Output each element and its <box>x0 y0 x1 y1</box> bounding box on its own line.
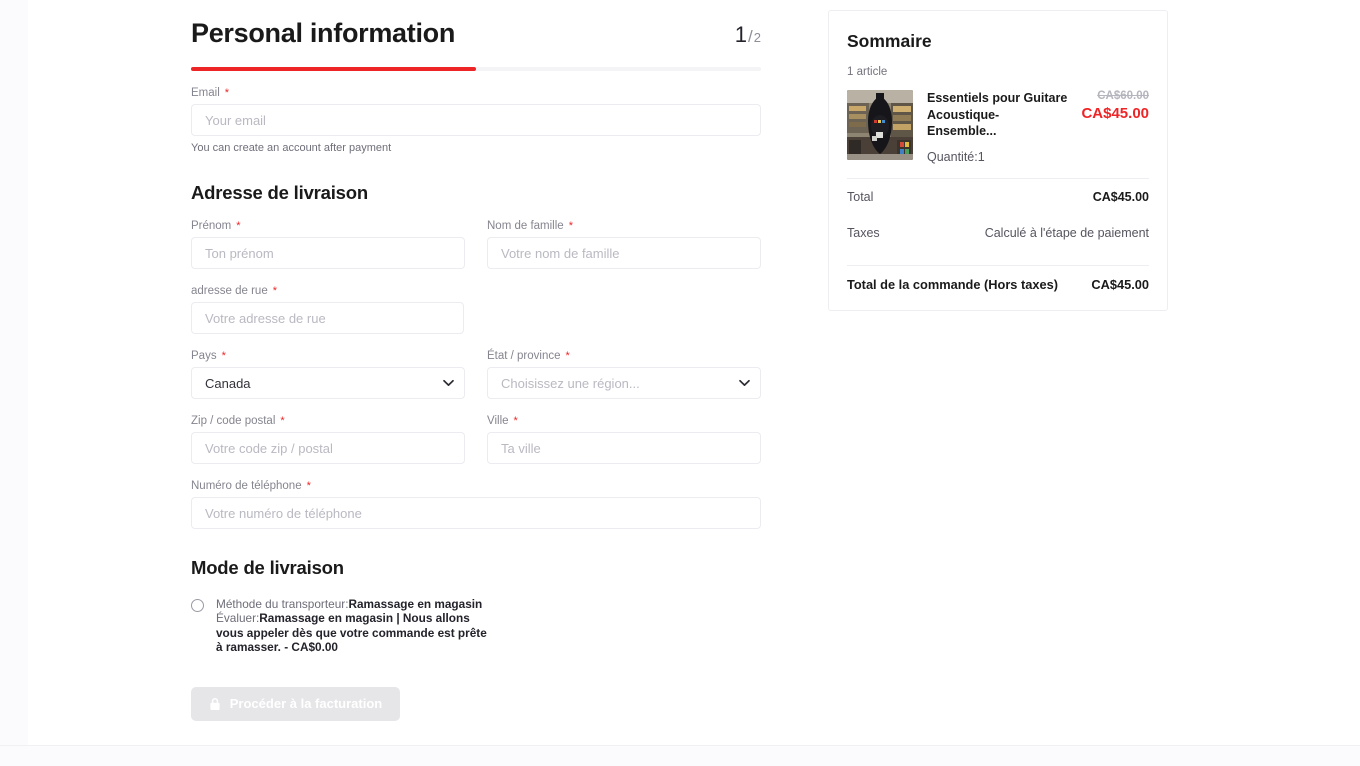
page-title: Personal information <box>191 18 456 48</box>
proceed-to-billing-button[interactable]: Procéder à la facturation <box>191 686 400 721</box>
progress-track <box>191 67 761 71</box>
zip-city-row: Zip / code postal * Ville * <box>191 399 761 464</box>
summary-item-count: 1 article <box>847 66 888 78</box>
city-input[interactable] <box>487 432 761 464</box>
product-quantity: Quantité:1 <box>927 149 985 164</box>
region-group: État / province * Choisissez une région.… <box>487 350 761 399</box>
phone-label: Numéro de téléphone * <box>191 480 761 492</box>
step-header: Personal information 1/2 <box>191 0 761 49</box>
required-asterisk: * <box>224 86 230 99</box>
country-label-text: Pays <box>191 350 217 362</box>
checkout-page: Personal information 1/2 Email * You can… <box>0 0 1360 766</box>
footer-divider <box>0 745 1360 746</box>
shipping-method-heading: Mode de livraison <box>191 557 344 578</box>
region-label: État / province * <box>487 350 761 362</box>
summary-item-details: Essentiels pour Guitare Acoustique- Ense… <box>927 90 1149 164</box>
summary-title: Sommaire <box>847 31 932 51</box>
region-select[interactable]: Choisissez une région... <box>487 367 761 399</box>
product-name: Essentiels pour Guitare Acoustique- Ense… <box>927 91 1068 138</box>
product-original-price: CA$60.00 <box>1097 90 1149 102</box>
last-name-group: Nom de famille * <box>487 220 761 269</box>
country-select[interactable]: Canada <box>191 367 465 399</box>
street-label-text: adresse de rue <box>191 285 268 297</box>
first-name-label: Prénom * <box>191 220 465 232</box>
summary-total-row: Total CA$45.00 <box>847 179 1149 215</box>
zip-input[interactable] <box>191 432 465 464</box>
last-name-input[interactable] <box>487 237 761 269</box>
required-asterisk: * <box>568 219 573 232</box>
required-asterisk: * <box>280 414 285 427</box>
required-asterisk: * <box>236 219 241 232</box>
phone-label-text: Numéro de téléphone <box>191 480 302 492</box>
city-label: Ville * <box>487 415 761 427</box>
summary-taxes-row: Taxes Calculé à l'étape de paiement <box>847 215 1149 251</box>
required-asterisk: * <box>565 349 570 362</box>
required-asterisk: * <box>306 479 311 492</box>
first-name-input[interactable] <box>191 237 465 269</box>
total-value: CA$45.00 <box>1092 189 1149 204</box>
street-group: adresse de rue * <box>191 285 464 334</box>
shipping-option-radio[interactable] <box>191 599 204 612</box>
zip-label-text: Zip / code postal <box>191 415 276 427</box>
last-name-label-text: Nom de famille <box>487 220 564 232</box>
email-label-text: Email <box>191 87 220 99</box>
last-name-label: Nom de famille * <box>487 220 761 232</box>
shipping-option-row[interactable]: Méthode du transporteur:Ramassage en mag… <box>191 597 761 655</box>
order-summary-card: Sommaire 1 article Essentiels pour Guita… <box>828 10 1168 311</box>
first-name-label-text: Prénom <box>191 220 232 232</box>
total-label: Total <box>847 189 874 204</box>
carrier-label: Méthode du transporteur: <box>216 597 349 611</box>
phone-input[interactable] <box>191 497 761 529</box>
lock-icon <box>209 697 221 711</box>
city-group: Ville * <box>487 415 761 464</box>
email-hint: You can create an account after payment <box>191 142 392 154</box>
summary-grand-total-row: Total de la commande (Hors taxes) CA$45.… <box>847 266 1149 296</box>
step-current: 1 <box>734 22 748 47</box>
email-field-group: Email * You can create an account after … <box>191 87 761 154</box>
product-thumbnail <box>847 90 913 160</box>
name-row: Prénom * Nom de famille * <box>191 204 761 269</box>
country-group: Pays * Canada <box>191 350 465 399</box>
first-name-group: Prénom * <box>191 220 465 269</box>
city-label-text: Ville <box>487 415 509 427</box>
shipping-address-heading: Adresse de livraison <box>191 182 368 203</box>
proceed-to-billing-label: Procéder à la facturation <box>229 696 383 712</box>
product-sale-price: CA$45.00 <box>1081 105 1149 122</box>
email-label: Email * <box>191 87 761 99</box>
zip-group: Zip / code postal * <box>191 415 465 464</box>
street-input[interactable] <box>191 302 464 334</box>
summary-item-main-row: Essentiels pour Guitare Acoustique- Ense… <box>927 90 1149 140</box>
country-label: Pays * <box>191 350 465 362</box>
step-separator: / <box>748 27 753 46</box>
step-indicator: 1/2 <box>735 22 761 48</box>
country-select-wrapper: Canada <box>191 367 465 399</box>
taxes-value: Calculé à l'étape de paiement <box>984 225 1149 240</box>
taxes-label: Taxes <box>847 225 880 240</box>
step-total: 2 <box>753 30 761 45</box>
country-region-row: Pays * Canada État / province * Choisiss… <box>191 334 761 399</box>
shipping-option-text: Méthode du transporteur:Ramassage en mag… <box>216 597 496 655</box>
progress-bar-fill <box>191 67 476 71</box>
checkout-form-column: Personal information 1/2 Email * You can… <box>191 0 761 721</box>
summary-line-item: Essentiels pour Guitare Acoustique- Ense… <box>847 90 1149 164</box>
street-label: adresse de rue * <box>191 285 464 297</box>
zip-label: Zip / code postal * <box>191 415 465 427</box>
carrier-value: Ramassage en magasin <box>348 597 483 611</box>
required-asterisk: * <box>272 284 277 297</box>
required-asterisk: * <box>513 414 518 427</box>
region-select-wrapper: Choisissez une région... <box>487 367 761 399</box>
rate-label: Évaluer: <box>216 611 260 626</box>
region-label-text: État / province <box>487 350 561 362</box>
required-asterisk: * <box>221 349 226 362</box>
phone-group: Numéro de téléphone * <box>191 480 761 529</box>
email-input[interactable] <box>191 104 761 136</box>
grand-total-value: CA$45.00 <box>1091 276 1149 292</box>
product-prices: CA$60.00 CA$45.00 <box>1081 90 1149 140</box>
grand-total-label: Total de la commande (Hors taxes) <box>847 276 1058 292</box>
